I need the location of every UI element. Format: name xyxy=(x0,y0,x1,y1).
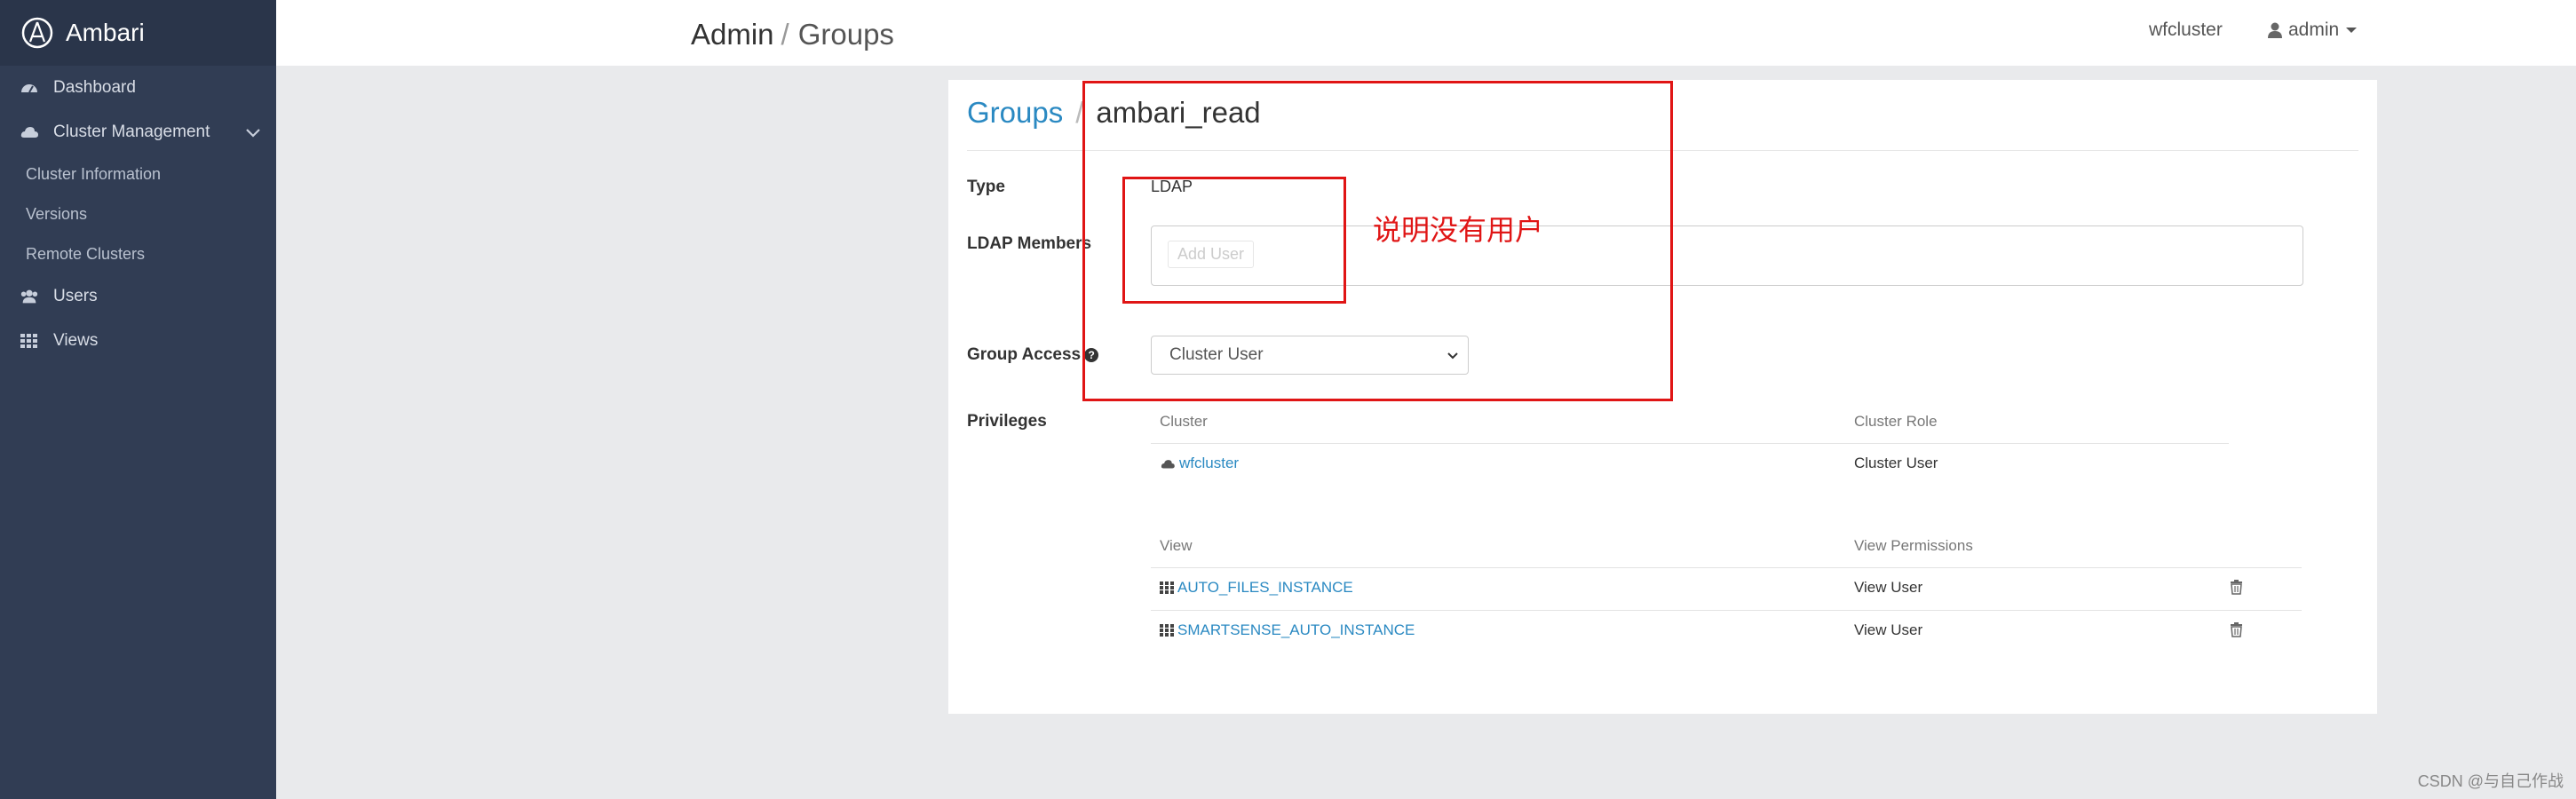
view-permission-value: View User xyxy=(1854,579,1923,596)
users-icon xyxy=(20,287,39,306)
annotation-box-inner xyxy=(1122,177,1346,304)
page-title-separator: / xyxy=(781,18,789,51)
table-divider xyxy=(1151,610,2302,611)
trash-icon[interactable] xyxy=(2230,622,2243,637)
cluster-name-link[interactable]: wfcluster xyxy=(2149,20,2223,41)
sidebar-item-dashboard[interactable]: Dashboard xyxy=(0,66,276,110)
table-row: AUTO_FILES_INSTANCE xyxy=(1160,579,1353,597)
trash-icon[interactable] xyxy=(2230,580,2243,595)
brand-name: Ambari xyxy=(66,19,145,46)
cluster-role-value: Cluster User xyxy=(1854,455,1938,471)
table-divider xyxy=(1151,443,2229,444)
ambari-logo-icon xyxy=(21,17,53,49)
sidebar-item-label: Views xyxy=(53,331,99,350)
sidebar-subitem-versions[interactable]: Versions xyxy=(0,194,276,234)
cloud-icon xyxy=(1161,460,1175,469)
page-title-sub: Groups xyxy=(797,18,894,51)
brand-logo-link[interactable]: Ambari xyxy=(0,0,276,66)
group-access-label: Group Access? xyxy=(967,345,1099,365)
grid-icon xyxy=(1160,581,1174,594)
dashboard-icon xyxy=(20,78,39,98)
user-name: admin xyxy=(2288,20,2340,40)
cluster-table-header-role: Cluster Role xyxy=(1854,413,1938,430)
page-title-main: Admin xyxy=(691,18,774,51)
sidebar-item-label: Users xyxy=(53,287,98,305)
page-title: Admin / Groups xyxy=(691,18,894,51)
sidebar-item-views[interactable]: Views xyxy=(0,319,276,363)
type-label: Type xyxy=(967,178,1005,196)
view-link[interactable]: SMARTSENSE_AUTO_INSTANCE xyxy=(1177,621,1415,639)
table-row: wfcluster xyxy=(1160,455,1239,472)
sidebar-item-users[interactable]: Users xyxy=(0,274,276,319)
user-menu-dropdown[interactable]: admin xyxy=(2267,20,2358,41)
annotation-text: 说明没有用户 xyxy=(1373,214,1544,246)
privileges-label: Privileges xyxy=(967,412,1047,431)
view-table-header-permissions: View Permissions xyxy=(1854,537,1973,554)
view-link[interactable]: AUTO_FILES_INSTANCE xyxy=(1177,579,1353,597)
sidebar-subitem-cluster-information[interactable]: Cluster Information xyxy=(0,154,276,194)
view-permission-value: View User xyxy=(1854,621,1923,638)
user-icon xyxy=(2268,22,2282,38)
sidebar-subitem-label: Remote Clusters xyxy=(26,245,146,263)
sidebar-item-label: Dashboard xyxy=(53,78,136,97)
group-access-label-text: Group Access xyxy=(967,345,1082,364)
cluster-link[interactable]: wfcluster xyxy=(1179,455,1239,472)
caret-down-icon xyxy=(2346,28,2358,33)
table-row: SMARTSENSE_AUTO_INSTANCE xyxy=(1160,621,1415,639)
ldap-members-label: LDAP Members xyxy=(967,234,1092,253)
sidebar-subitem-label: Cluster Information xyxy=(26,165,162,183)
cluster-table-header-cluster: Cluster xyxy=(1160,413,1208,430)
sidebar-subitem-remote-clusters[interactable]: Remote Clusters xyxy=(0,234,276,274)
table-divider xyxy=(1151,567,2302,568)
sidebar-item-cluster-management[interactable]: Cluster Management xyxy=(0,110,276,154)
cloud-icon xyxy=(20,123,39,142)
grid-icon xyxy=(20,331,39,351)
sidebar: Ambari Dashboard Cluster Management Clus… xyxy=(0,0,276,799)
view-table-header-view: View xyxy=(1160,537,1193,554)
watermark: CSDN @与自己作战 xyxy=(2417,772,2564,790)
top-bar xyxy=(276,0,2576,66)
breadcrumb-groups-link[interactable]: Groups xyxy=(967,96,1063,129)
chevron-down-icon[interactable] xyxy=(244,123,262,141)
grid-icon xyxy=(1160,624,1174,637)
sidebar-subitem-label: Versions xyxy=(26,205,88,223)
sidebar-item-label: Cluster Management xyxy=(53,123,210,141)
